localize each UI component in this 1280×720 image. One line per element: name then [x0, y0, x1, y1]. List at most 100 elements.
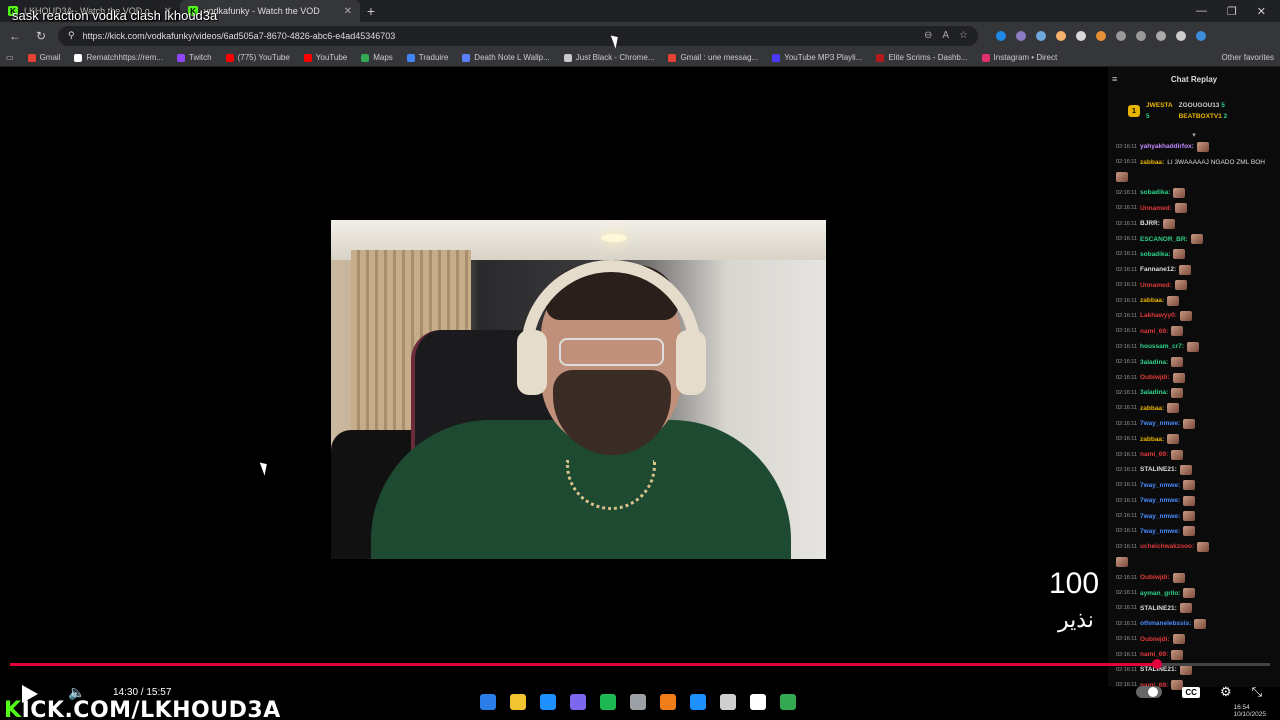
minimize-icon[interactable]: —	[1196, 5, 1207, 18]
extension-icon[interactable]	[1096, 30, 1106, 41]
read-aloud-icon[interactable]: A	[942, 30, 949, 41]
new-tab-button[interactable]: +	[360, 3, 382, 19]
message-username[interactable]: 7way_nmwe:	[1140, 497, 1180, 504]
bookmark-item[interactable]: Instagram • Direct	[981, 53, 1057, 62]
message-username[interactable]: yahyakhaddirfox:	[1140, 143, 1194, 150]
leader-name[interactable]: ZGOUGOU13	[1179, 102, 1220, 109]
url-field[interactable]: ⚲ https://kick.com/vodkafunky/videos/6ad…	[58, 25, 978, 46]
message-username[interactable]: ucheichwakzooo:	[1140, 543, 1194, 550]
message-timestamp: 02:16:11	[1116, 343, 1138, 350]
close-window-icon[interactable]: ✕	[1257, 5, 1266, 18]
progress-handle[interactable]	[1151, 659, 1162, 669]
apps-icon[interactable]: ▭	[6, 53, 14, 62]
taskbar-app-icon[interactable]	[720, 694, 736, 710]
bookmark-item[interactable]: Death Note L Wallp...	[462, 53, 550, 62]
message-username[interactable]: ayman_grilo:	[1140, 590, 1180, 597]
message-username[interactable]: Unnamed:	[1140, 282, 1172, 289]
bookmark-item[interactable]: Twitch	[176, 53, 212, 62]
chevron-down-icon[interactable]: ▾	[1108, 131, 1280, 139]
message-username[interactable]: nami_69:	[1140, 651, 1168, 658]
profile-avatar-icon[interactable]	[1156, 30, 1166, 41]
extension-icon[interactable]	[1076, 30, 1086, 41]
bookmark-item[interactable]: Traduire	[406, 53, 448, 62]
collapse-chat-icon[interactable]: ≡	[1112, 74, 1117, 84]
message-username[interactable]: Unnamed:	[1140, 205, 1172, 212]
bookmark-favicon-icon	[74, 53, 83, 62]
message-timestamp: 02:16:11	[1116, 605, 1138, 612]
message-username[interactable]: zabbaa:	[1140, 159, 1164, 166]
bookmark-item[interactable]: Gmail : une messag...	[668, 53, 758, 62]
taskbar-app-icon[interactable]	[750, 694, 766, 710]
extensions	[996, 30, 1206, 41]
message-username[interactable]: Oubiwjdi:	[1140, 374, 1170, 381]
taskbar-app-icon[interactable]	[600, 694, 616, 710]
message-username[interactable]: 7way_nmwe:	[1140, 420, 1180, 427]
more-menu-icon[interactable]	[1176, 30, 1186, 41]
favorites-icon[interactable]	[1136, 30, 1146, 41]
message-username[interactable]: ESCANOR_BR:	[1140, 236, 1188, 243]
message-username[interactable]: zabbaa:	[1140, 297, 1164, 304]
taskbar-app-icon[interactable]	[480, 694, 496, 710]
taskbar-app-icon[interactable]	[660, 694, 676, 710]
chat-message: 02:16:11 Unnamed:	[1116, 201, 1272, 216]
site-info-icon[interactable]: ⚲	[68, 30, 75, 41]
captions-button[interactable]: CC	[1182, 686, 1200, 698]
bookmark-item[interactable]: Gmail	[27, 53, 60, 62]
taskbar-app-icon[interactable]	[510, 694, 526, 710]
message-username[interactable]: nami_69:	[1140, 328, 1168, 335]
other-favorites[interactable]: Other favorites	[1222, 53, 1274, 62]
message-username[interactable]: 7way_nmwe:	[1140, 482, 1180, 489]
fullscreen-icon[interactable]: ⤡	[1252, 684, 1262, 700]
copilot-icon[interactable]	[1196, 30, 1206, 41]
message-username[interactable]: Lakhawyy0:	[1140, 312, 1177, 319]
bookmark-item[interactable]: Elite Scrims - Dashb...	[876, 53, 968, 62]
restore-icon[interactable]: ❐	[1227, 5, 1237, 18]
bookmark-item[interactable]: YouTube MP3 Playli...	[772, 53, 862, 62]
message-username[interactable]: 7way_nmwe:	[1140, 528, 1180, 535]
taskbar-app-icon[interactable]	[780, 694, 796, 710]
taskbar-app-icon[interactable]	[690, 694, 706, 710]
message-username[interactable]: othmanelebssis:	[1140, 620, 1191, 627]
message-username[interactable]: 7way_nmwe:	[1140, 513, 1180, 520]
message-username[interactable]: houssam_cr7:	[1140, 343, 1184, 350]
video-progress-bar[interactable]	[10, 659, 1270, 669]
message-username[interactable]: Oubiwjdi:	[1140, 636, 1170, 643]
extension-icon[interactable]	[1036, 30, 1046, 41]
message-username[interactable]: STALINE21:	[1140, 605, 1177, 612]
message-username[interactable]: zabbaa:	[1140, 405, 1164, 412]
message-timestamp: 02:16:11	[1116, 236, 1138, 243]
leader-name[interactable]: JWESTA	[1146, 102, 1173, 109]
taskbar-app-icon[interactable]	[630, 694, 646, 710]
settings-gear-icon[interactable]: ⚙	[1220, 684, 1232, 700]
taskbar-app-icon[interactable]	[540, 694, 556, 710]
extension-icon[interactable]	[1016, 30, 1026, 41]
message-username[interactable]: 3aladina:	[1140, 389, 1168, 396]
extension-icon[interactable]	[1056, 30, 1066, 41]
message-timestamp: 02:16:11	[1116, 359, 1138, 366]
close-icon[interactable]: ✕	[344, 6, 352, 17]
leader-name[interactable]: BEATBOXTV1	[1179, 113, 1222, 120]
message-username[interactable]: sobadika:	[1140, 251, 1170, 258]
reload-icon[interactable]: ↻	[32, 29, 50, 43]
favorite-star-icon[interactable]: ☆	[959, 30, 968, 41]
message-username[interactable]: BJRR:	[1140, 220, 1160, 227]
message-username[interactable]: Oubiwjdi:	[1140, 574, 1170, 581]
back-arrow-icon[interactable]: ←	[6, 29, 24, 43]
message-username[interactable]: Fannane12:	[1140, 266, 1176, 273]
bookmark-item[interactable]: YouTube	[303, 53, 347, 62]
extensions-puzzle-icon[interactable]	[1116, 30, 1126, 41]
message-username[interactable]: nami_69:	[1140, 451, 1168, 458]
bookmark-item[interactable]: Just Black - Chrome...	[563, 53, 654, 62]
bookmark-item[interactable]: Maps	[361, 53, 393, 62]
bookmark-item[interactable]: Rematchhttps://rem...	[74, 53, 163, 62]
message-username[interactable]: sobadika:	[1140, 189, 1170, 196]
bookmark-label: (775) YouTube	[237, 53, 290, 62]
autoplay-toggle[interactable]	[1136, 686, 1163, 698]
bookmark-item[interactable]: (775) YouTube	[225, 53, 290, 62]
message-username[interactable]: zabbaa:	[1140, 436, 1164, 443]
message-username[interactable]: 3aladina:	[1140, 359, 1168, 366]
message-username[interactable]: STALINE21:	[1140, 466, 1177, 473]
taskbar-app-icon[interactable]	[570, 694, 586, 710]
zoom-icon[interactable]: ⊖	[924, 30, 932, 41]
extension-icon[interactable]	[996, 30, 1006, 41]
